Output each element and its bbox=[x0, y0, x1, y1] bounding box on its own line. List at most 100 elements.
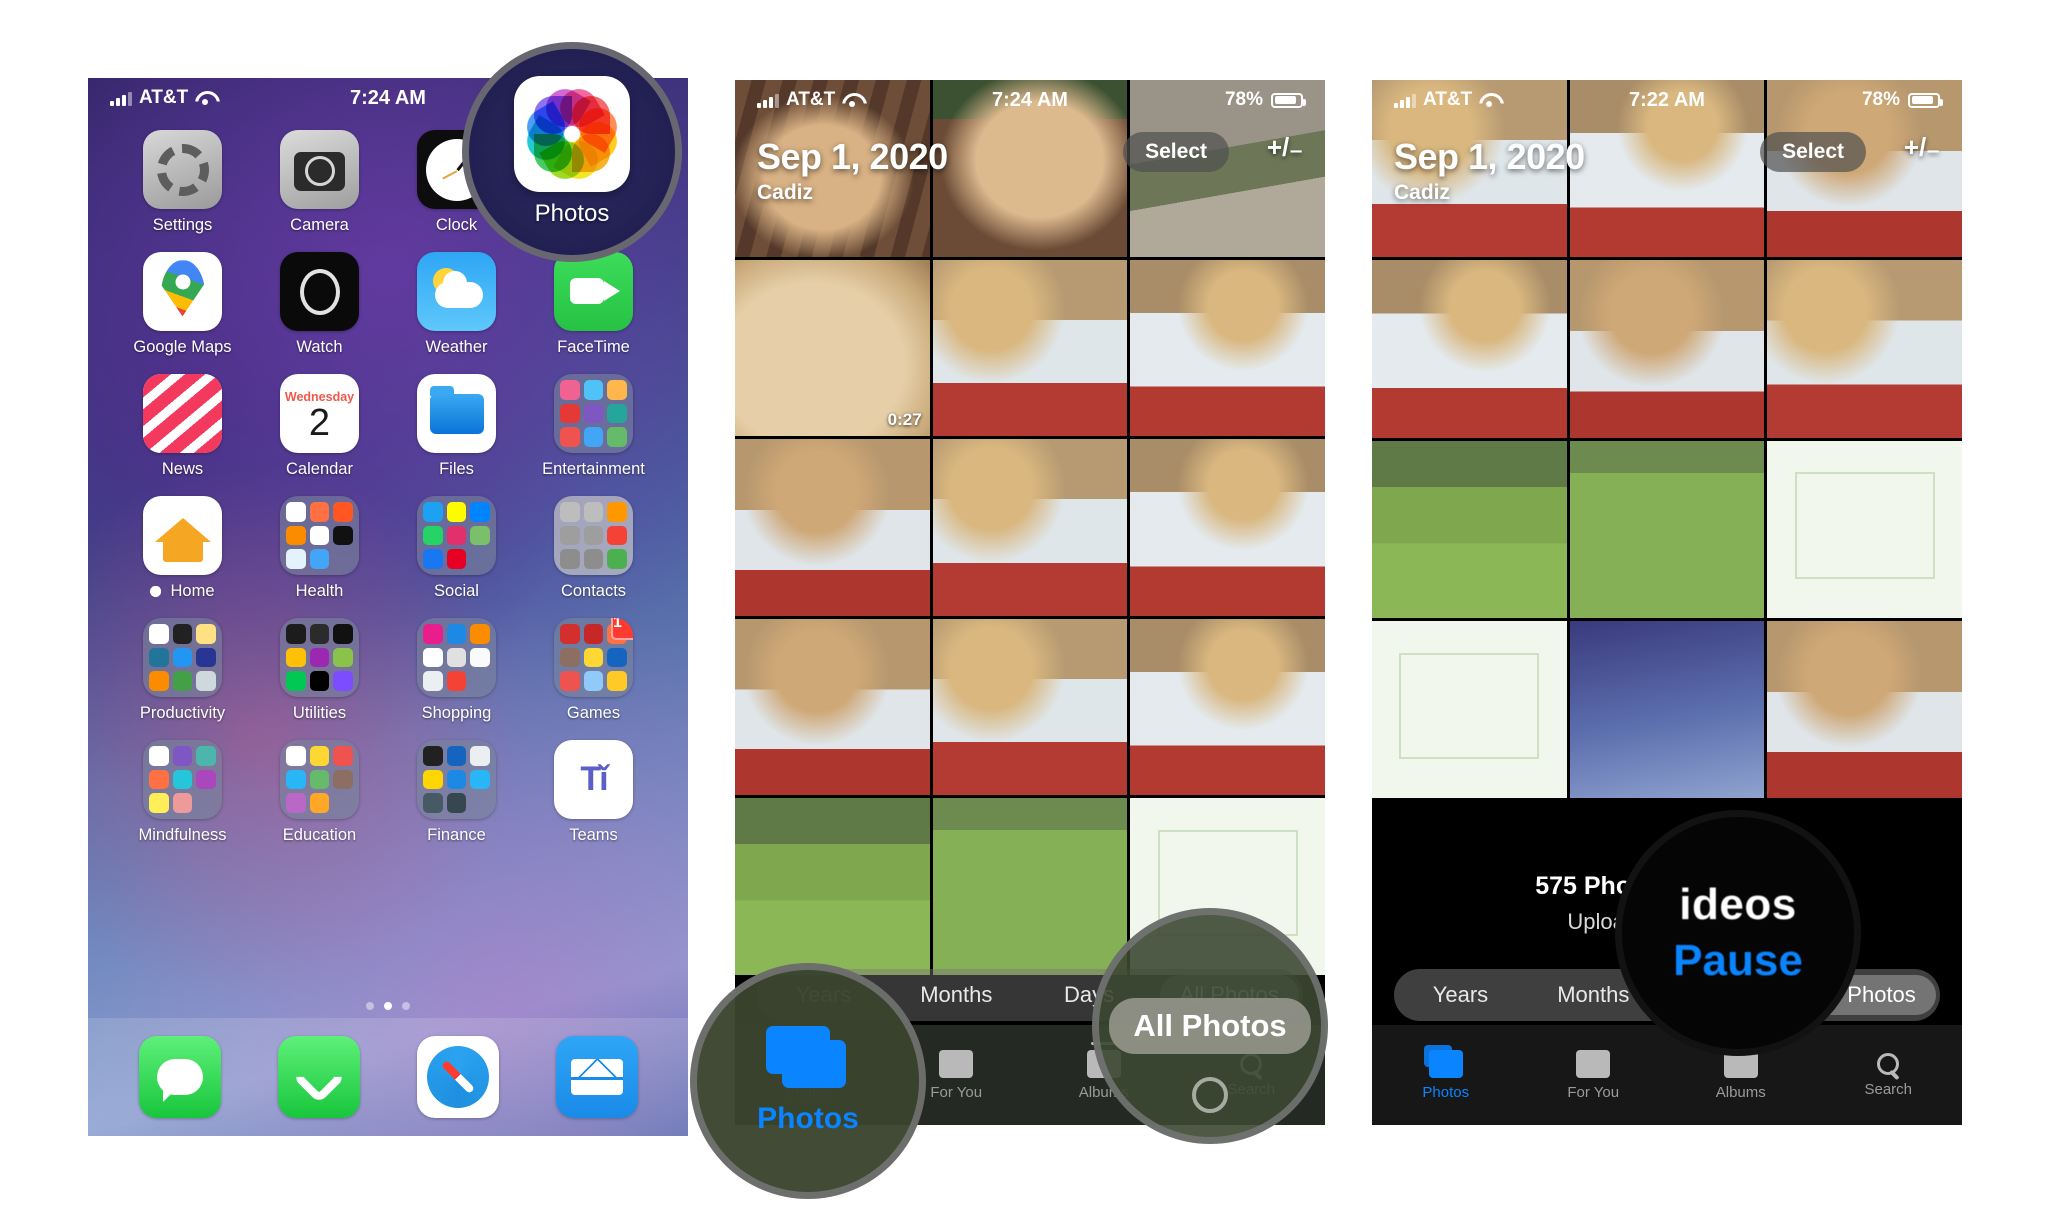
screenshot-stage: AT&T 7:24 AM Settings Camera Clock Googl… bbox=[0, 0, 2048, 1214]
for-you-tab-icon bbox=[939, 1049, 974, 1078]
status-bar: AT&T 7:24 AM 78% bbox=[735, 80, 1325, 120]
app-weather[interactable]: Weather bbox=[388, 252, 525, 357]
app-label: Weather bbox=[425, 338, 488, 356]
photo-thumbnail[interactable] bbox=[735, 618, 930, 796]
mail-envelope-icon[interactable] bbox=[555, 1036, 638, 1118]
app-news[interactable]: News bbox=[114, 374, 251, 479]
dock bbox=[88, 1018, 688, 1136]
photos-header: Sep 1, 2020 Cadiz bbox=[1394, 136, 1585, 205]
files-folder-icon bbox=[417, 374, 496, 453]
segment-years[interactable]: Years bbox=[1394, 982, 1527, 1008]
messages-icon[interactable] bbox=[138, 1036, 221, 1118]
select-button[interactable]: Select bbox=[1760, 132, 1866, 172]
photo-thumbnail[interactable] bbox=[1767, 620, 1962, 798]
folder-games[interactable]: 1 Games bbox=[525, 618, 662, 723]
battery-icon bbox=[1908, 92, 1943, 108]
page-dots[interactable] bbox=[88, 1002, 688, 1010]
page-dot-active[interactable] bbox=[384, 1002, 392, 1010]
for-you-tab-icon bbox=[1576, 1049, 1611, 1078]
folder-entertainment[interactable]: Entertainment bbox=[525, 374, 662, 479]
tab-search[interactable]: Search bbox=[1815, 1052, 1963, 1098]
photo-thumbnail[interactable] bbox=[1372, 440, 1567, 618]
app-files[interactable]: Files bbox=[388, 374, 525, 479]
app-camera[interactable]: Camera bbox=[251, 130, 388, 235]
app-label: Home bbox=[150, 582, 214, 601]
photo-thumbnail[interactable] bbox=[1130, 439, 1325, 616]
folder-utilities[interactable]: Utilities bbox=[251, 618, 388, 723]
photo-thumbnail[interactable] bbox=[1569, 260, 1765, 438]
folder-health[interactable]: Health bbox=[251, 496, 388, 601]
folder-mindfulness[interactable]: Mindfulness bbox=[114, 740, 251, 845]
folder-icon bbox=[143, 740, 222, 819]
calendar-day-number: 2 bbox=[308, 401, 331, 444]
folder-icon bbox=[417, 740, 496, 819]
app-settings[interactable]: Settings bbox=[114, 130, 251, 235]
app-label: Watch bbox=[296, 338, 343, 356]
photos-flower-icon bbox=[514, 76, 630, 192]
photo-thumbnail[interactable] bbox=[932, 439, 1128, 616]
callout-all-photos-segment: All Photos bbox=[1092, 908, 1328, 1144]
tab-for-you[interactable]: For You bbox=[1520, 1049, 1668, 1101]
page-dot[interactable] bbox=[402, 1002, 410, 1010]
folder-icon bbox=[554, 496, 633, 575]
app-label: Finance bbox=[427, 826, 486, 844]
photos-header: Sep 1, 2020 Cadiz bbox=[757, 136, 948, 205]
folder-icon: 1 bbox=[554, 618, 633, 697]
zoom-plus-minus-button[interactable]: +/₋ bbox=[1904, 132, 1940, 163]
photo-thumbnail[interactable] bbox=[1130, 618, 1325, 796]
callout-label: Photos bbox=[534, 200, 610, 227]
photo-thumbnail[interactable]: 0:27 bbox=[735, 259, 930, 437]
tab-label: Search bbox=[1864, 1080, 1913, 1098]
photo-thumbnail[interactable] bbox=[735, 798, 930, 975]
folder-shopping[interactable]: Shopping bbox=[388, 618, 525, 723]
folder-icon bbox=[554, 374, 633, 453]
folder-icon bbox=[280, 740, 359, 819]
photo-thumbnail[interactable] bbox=[735, 439, 930, 616]
photo-thumbnail[interactable] bbox=[1767, 440, 1962, 618]
photo-thumbnail[interactable] bbox=[1372, 620, 1567, 798]
search-tab-icon bbox=[1877, 1052, 1900, 1075]
folder-education[interactable]: Education bbox=[251, 740, 388, 845]
app-label: Social bbox=[434, 582, 479, 600]
photos-tab-icon bbox=[766, 1026, 850, 1092]
video-duration: 0:27 bbox=[887, 410, 922, 430]
photo-thumbnail[interactable] bbox=[1130, 259, 1325, 437]
app-label: Entertainment bbox=[542, 460, 645, 478]
app-label: Productivity bbox=[139, 704, 226, 722]
photo-thumbnail[interactable] bbox=[932, 618, 1128, 796]
photo-thumbnail[interactable] bbox=[932, 259, 1128, 437]
photo-grid: 0:27 bbox=[735, 80, 1325, 975]
app-watch[interactable]: Watch bbox=[251, 252, 388, 357]
folder-contacts[interactable]: Contacts bbox=[525, 496, 662, 601]
folder-productivity[interactable]: Productivity bbox=[114, 618, 251, 723]
tab-albums[interactable]: Albums bbox=[1667, 1041, 1815, 1101]
folder-social[interactable]: Social bbox=[388, 496, 525, 601]
safari-compass-icon[interactable] bbox=[416, 1036, 499, 1118]
app-label: Contacts bbox=[560, 582, 627, 600]
weather-sun-cloud-icon bbox=[417, 252, 496, 331]
app-teams[interactable]: Tǐ Teams bbox=[525, 740, 662, 845]
phone-icon[interactable] bbox=[277, 1036, 360, 1118]
photo-thumbnail[interactable] bbox=[1372, 260, 1567, 438]
callout-label: Pause bbox=[1673, 936, 1803, 985]
app-calendar[interactable]: Wednesday 2 Calendar bbox=[251, 374, 388, 479]
photos-place-label: Cadiz bbox=[1394, 181, 1451, 204]
callout-label: Photos bbox=[757, 1102, 859, 1135]
app-label: Google Maps bbox=[133, 338, 232, 356]
folder-finance[interactable]: Finance bbox=[388, 740, 525, 845]
tab-photos[interactable]: Photos bbox=[1372, 1044, 1520, 1101]
app-home[interactable]: Home bbox=[114, 496, 251, 601]
zoom-plus-minus-button[interactable]: +/₋ bbox=[1267, 132, 1303, 163]
app-facetime[interactable]: FaceTime bbox=[525, 252, 662, 357]
news-icon bbox=[143, 374, 222, 453]
photo-thumbnail[interactable] bbox=[1569, 620, 1765, 798]
app-google-maps[interactable]: Google Maps bbox=[114, 252, 251, 357]
tab-label: For You bbox=[930, 1083, 983, 1101]
app-label: News bbox=[161, 460, 204, 478]
app-label: Files bbox=[439, 460, 474, 478]
photo-thumbnail[interactable] bbox=[1767, 260, 1962, 438]
select-button[interactable]: Select bbox=[1123, 132, 1229, 172]
page-dot[interactable] bbox=[366, 1002, 374, 1010]
photo-thumbnail[interactable] bbox=[1569, 440, 1765, 618]
google-maps-pin-icon bbox=[143, 252, 222, 331]
